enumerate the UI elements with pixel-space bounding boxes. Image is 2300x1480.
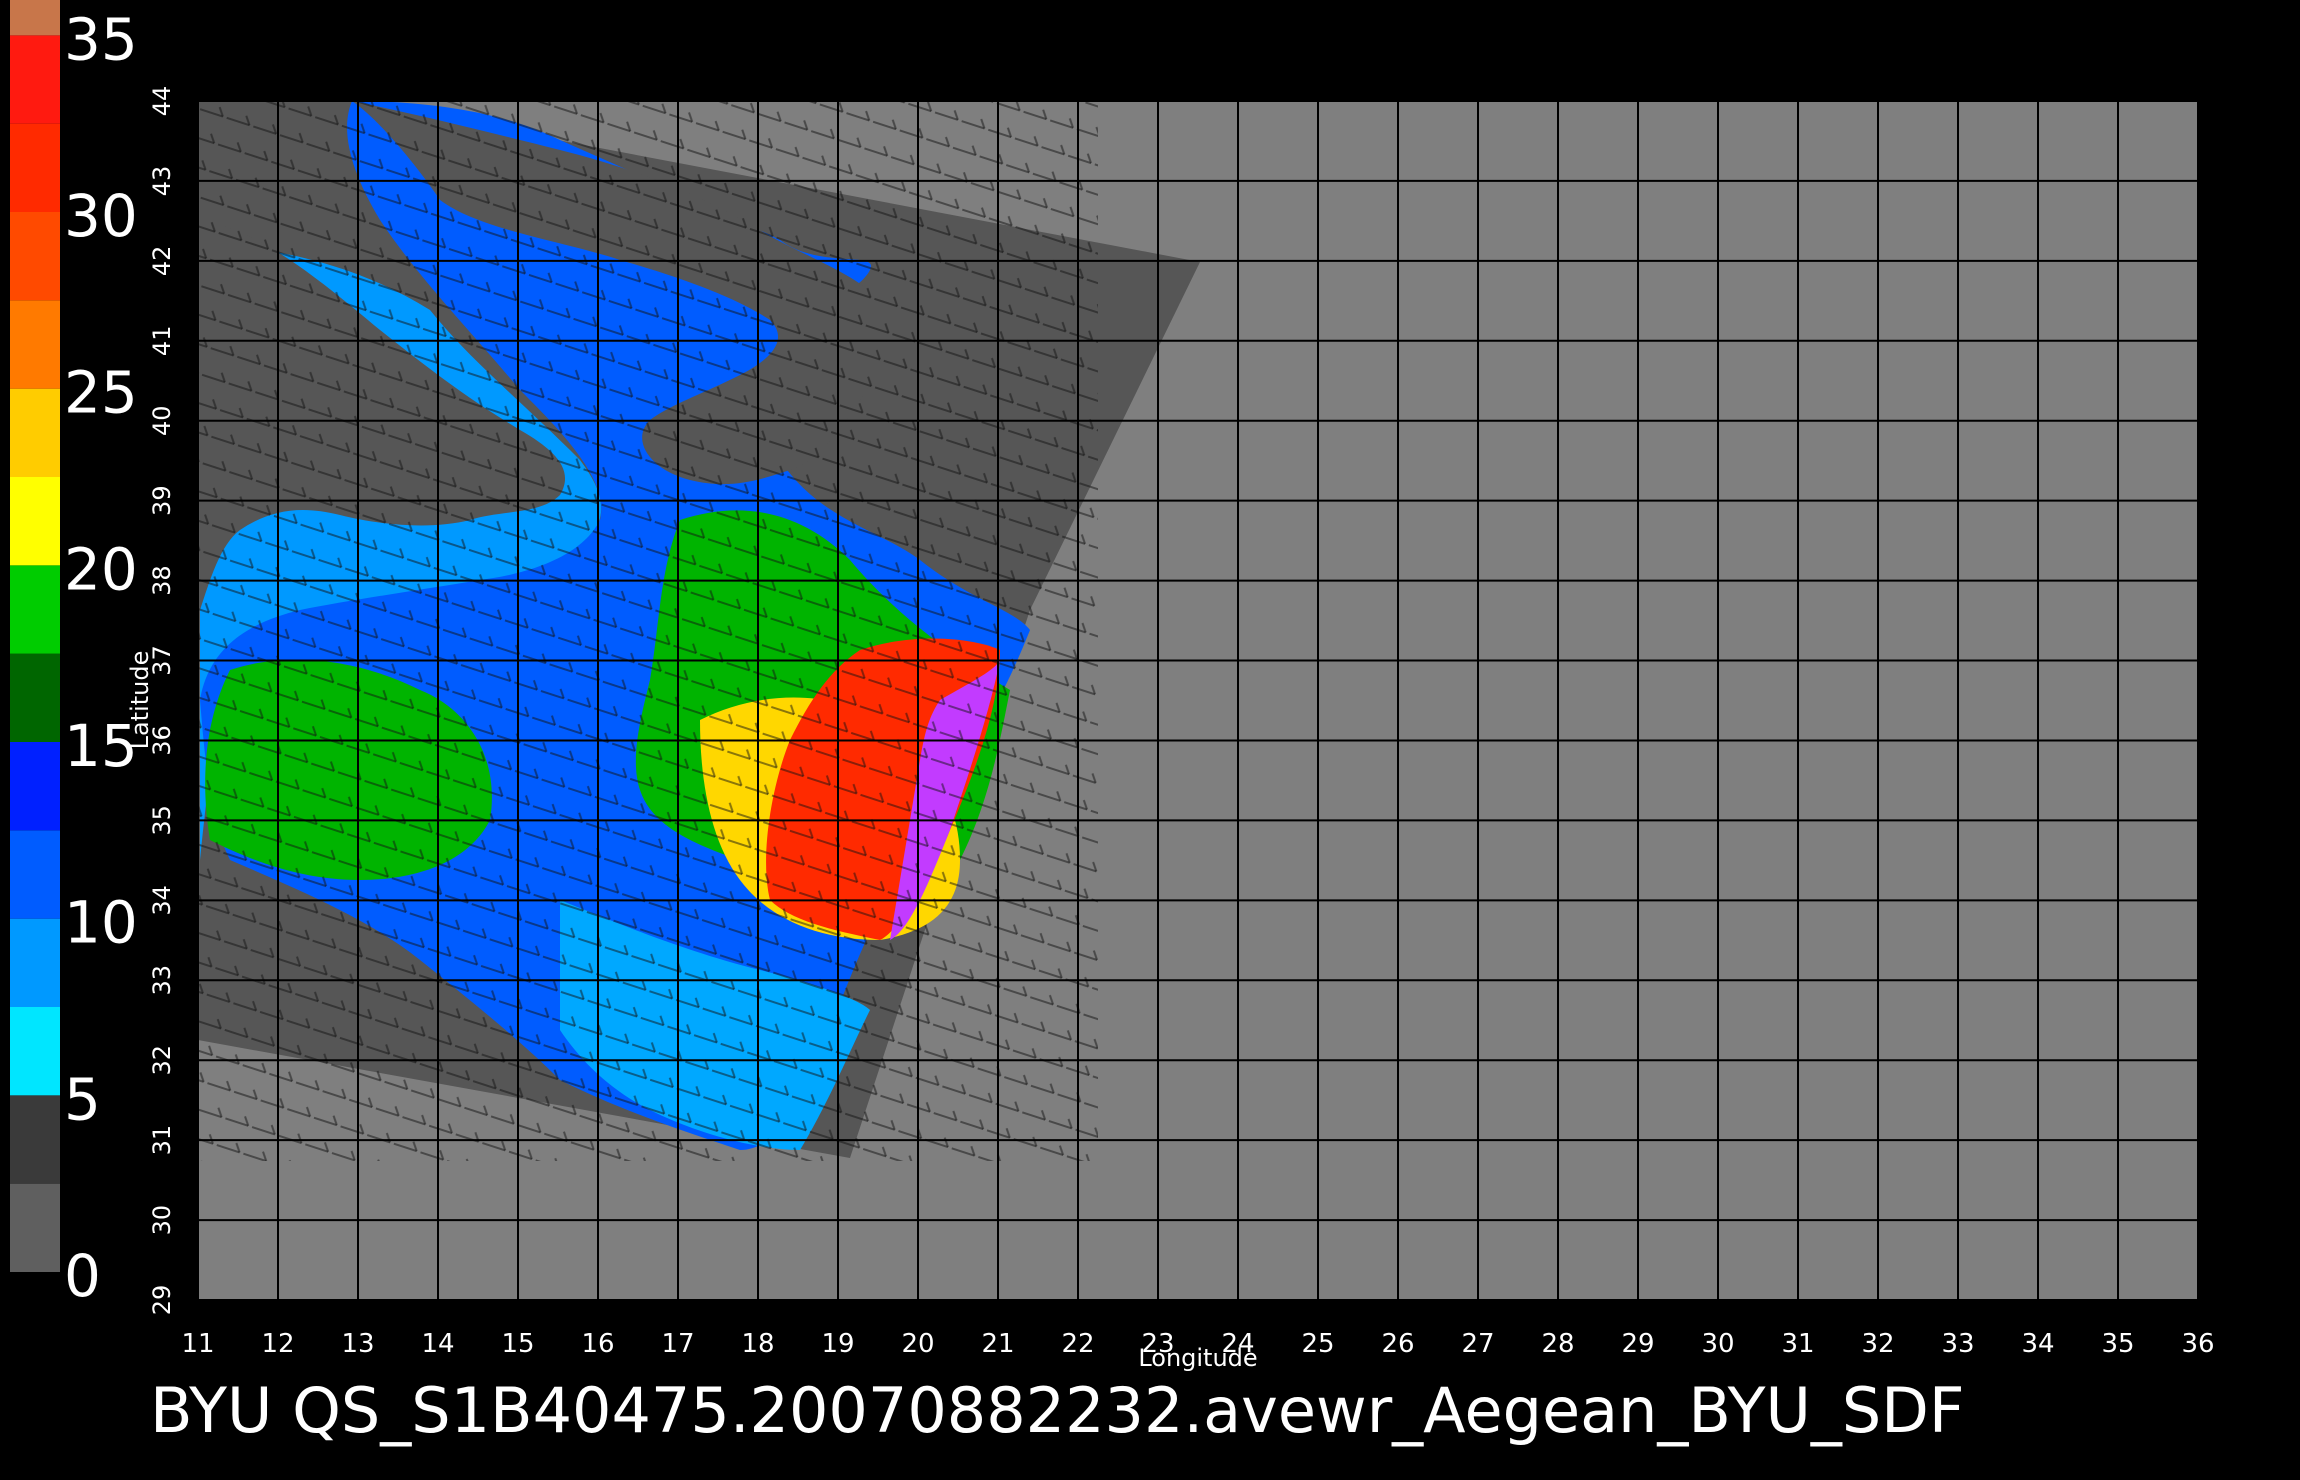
lat-tick-label: 34 (148, 885, 176, 916)
colorbar-segment (10, 918, 60, 1007)
lon-tick-label: 28 (1541, 1329, 1574, 1359)
colorbar-label: 0 (64, 1242, 101, 1310)
lon-tick-label: 20 (901, 1329, 934, 1359)
lon-tick-label: 36 (2181, 1329, 2214, 1359)
lon-tick-label: 12 (261, 1329, 294, 1359)
colorbar-segment (10, 830, 60, 919)
lon-tick-label: 21 (981, 1329, 1014, 1359)
lon-tick-label: 34 (2021, 1329, 2054, 1359)
lon-tick-label: 18 (741, 1329, 774, 1359)
lat-tick-label: 38 (148, 565, 176, 596)
lon-tick-label: 31 (1781, 1329, 1814, 1359)
lon-tick-label: 19 (821, 1329, 854, 1359)
lon-tick-label: 15 (501, 1329, 534, 1359)
colorbar-segment (10, 1183, 60, 1272)
colorbar-segment (10, 300, 60, 389)
lat-tick-label: 32 (148, 1045, 176, 1076)
lon-tick-label: 30 (1701, 1329, 1734, 1359)
lon-tick-label: 26 (1381, 1329, 1414, 1359)
colorbar-segment (10, 1007, 60, 1096)
lat-tick-label: 31 (148, 1125, 176, 1156)
colorbar-segment (10, 477, 60, 566)
colorbar-segment (10, 35, 60, 124)
y-axis-label: Latitude (126, 651, 154, 750)
lat-tick-label: 39 (148, 485, 176, 516)
lon-tick-label: 32 (1861, 1329, 1894, 1359)
colorbar-label: 25 (64, 359, 138, 427)
colorbar-label: 20 (64, 535, 138, 603)
colorbar-segment (10, 388, 60, 477)
lon-tick-label: 25 (1301, 1329, 1334, 1359)
lon-tick-label: 13 (341, 1329, 374, 1359)
colorbar-label: 5 (64, 1065, 101, 1133)
x-axis-label: Longitude (1138, 1344, 1257, 1372)
lon-tick-label: 14 (421, 1329, 454, 1359)
colorbar: 35302520151050 (10, 0, 138, 1310)
colorbar-segment (10, 123, 60, 212)
lon-tick-label: 17 (661, 1329, 694, 1359)
colorbar-segment (10, 1095, 60, 1184)
lat-tick-label: 33 (148, 965, 176, 996)
caption: BYU QS_S1B40475.20070882232.avewr_Aegean… (150, 1374, 1965, 1447)
wind-speed-map-window: 35 30 25 20 15 10 5 0 11 12 13 14 15 16 17 18 19 20 21 22 2… (0, 0, 2300, 1480)
lat-tick-label: 40 (148, 405, 176, 436)
lat-tick-label: 41 (148, 326, 176, 357)
lat-tick-label: 30 (148, 1205, 176, 1236)
colorbar-segment (10, 565, 60, 654)
lon-tick-label: 22 (1061, 1329, 1094, 1359)
lat-tick-label: 35 (148, 805, 176, 836)
lon-tick-label: 11 (181, 1329, 214, 1359)
colorbar-segment (10, 653, 60, 742)
lat-tick-label: 44 (148, 86, 176, 117)
lat-tick-label: 42 (148, 246, 176, 277)
colorbar-label: 35 (64, 5, 138, 73)
lon-tick-label: 35 (2101, 1329, 2134, 1359)
colorbar-segment (10, 742, 60, 831)
colorbar-segment (10, 0, 60, 36)
lon-tick-label: 16 (581, 1329, 614, 1359)
lon-tick-label: 27 (1461, 1329, 1494, 1359)
lat-tick-label: 43 (148, 166, 176, 197)
wind-speed-map-svg: 35302520151050 11 12 13 14 15 16 17 18 19 20 21 22 2… (10, 0, 2228, 1447)
colorbar-label: 30 (64, 182, 138, 250)
lon-tick-label: 33 (1941, 1329, 1974, 1359)
lat-tick-label: 29 (148, 1285, 176, 1316)
map-area: 11 12 13 14 15 16 17 18 19 20 21 22 23 24 25 26 27 28 29 30… (126, 71, 2228, 1372)
colorbar-segment (10, 212, 60, 301)
colorbar-label: 10 (64, 889, 138, 957)
lon-tick-label: 29 (1621, 1329, 1654, 1359)
